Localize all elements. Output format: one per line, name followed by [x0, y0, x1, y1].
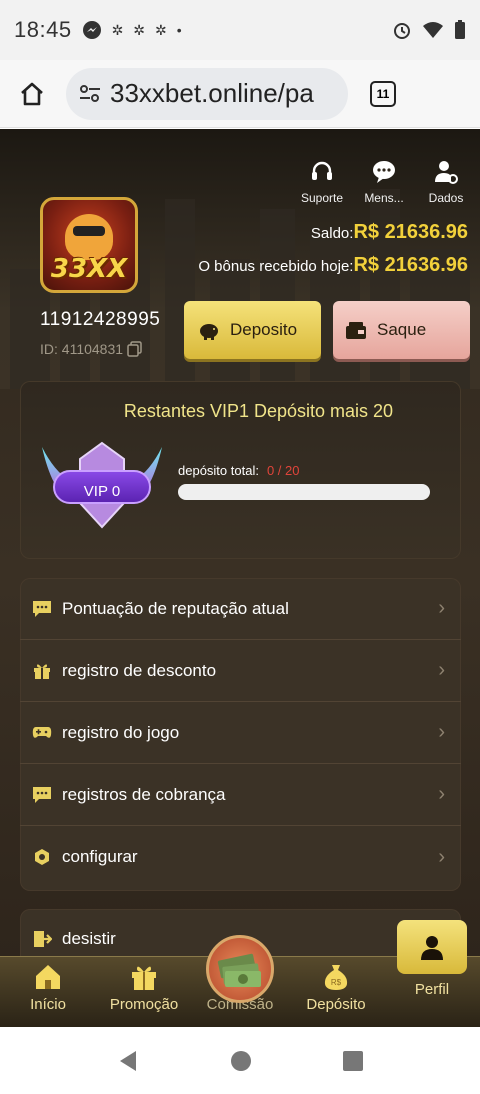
- alarm-icon: [394, 23, 410, 39]
- logout-label: desistir: [62, 929, 116, 948]
- chevron-right-icon: ›: [438, 597, 445, 619]
- chevron-right-icon: ›: [438, 721, 445, 743]
- messages-link[interactable]: Mens...: [362, 159, 406, 205]
- wifi-icon: [423, 22, 443, 38]
- data-label: Dados: [428, 191, 464, 205]
- battery-icon: [455, 20, 465, 39]
- chat-icon: [373, 161, 395, 183]
- user-id-row: ID: 41104831: [40, 341, 143, 357]
- vip-progress-bar: [178, 484, 430, 500]
- tab-switcher-button[interactable]: 11: [370, 80, 396, 107]
- site-settings-icon[interactable]: [78, 84, 102, 104]
- data-link[interactable]: Dados: [424, 159, 468, 205]
- gift-icon: [132, 966, 156, 990]
- message-icon: [33, 600, 51, 617]
- money-icon: [217, 953, 261, 987]
- user-phone: 11912428995: [40, 309, 161, 330]
- messenger-icon: [82, 21, 101, 39]
- user-icon: [421, 936, 443, 960]
- url-text: 33xxbet.online/pa: [110, 78, 314, 108]
- menu-item-label: registros de cobrança: [62, 784, 226, 804]
- support-link[interactable]: Suporte: [300, 159, 344, 205]
- browser-toolbar: 33xxbet.online/pa 11: [0, 60, 480, 822]
- nav-deposit-label: Depósito: [306, 996, 366, 1013]
- bottom-nav: Início Promoção Comissão R$ Depósito Per…: [0, 920, 480, 1027]
- app-content: Suporte Mens... Dados 33XX Saldo:R$ 2163…: [0, 129, 480, 1027]
- home-button[interactable]: [14, 76, 50, 112]
- menu-item-reputation[interactable]: Pontuação de reputação atual ›: [20, 578, 461, 640]
- deposit-total-row: depósito total: 0 / 20: [178, 463, 299, 478]
- app-notification-icon: ✲: [111, 21, 124, 38]
- gamepad-icon: [32, 726, 52, 738]
- vip-badge-label: VIP 0: [83, 483, 121, 500]
- deposit-button[interactable]: Deposito: [184, 301, 321, 359]
- svg-text:R$: R$: [331, 978, 342, 987]
- home-icon: [36, 965, 60, 989]
- deposit-total-label: depósito total:: [178, 463, 259, 478]
- avatar[interactable]: 33XX: [40, 197, 138, 293]
- menu-item-settings[interactable]: configurar ›: [20, 826, 461, 888]
- hexagon-icon: [35, 849, 49, 865]
- menu-item-discount[interactable]: registro de desconto ›: [20, 640, 461, 702]
- profile-button[interactable]: [397, 920, 467, 974]
- status-bar: 18:45 ✲ ✲ ✲ •: [0, 0, 480, 60]
- more-notifications-icon: •: [176, 22, 182, 38]
- url-field[interactable]: 33xxbet.online/pa: [66, 67, 348, 120]
- saldo-label: Saldo:: [310, 225, 354, 242]
- balance-panel: Saldo:R$ 21636.96 O bônus recebido hoje:…: [198, 221, 468, 287]
- deposit-total-value: 0 / 20: [266, 463, 300, 478]
- nav-deposit[interactable]: R$ Depósito: [288, 957, 384, 1027]
- chevron-right-icon: ›: [438, 783, 445, 805]
- menu-item-label: registro do jogo: [62, 722, 180, 742]
- home-icon: [21, 82, 43, 105]
- copy-icon[interactable]: [127, 341, 143, 357]
- nav-promotion-label: Promoção: [109, 996, 179, 1013]
- gift-icon: [34, 663, 50, 679]
- piggy-bank-icon: [200, 324, 218, 340]
- app-notification-icon: ✲: [155, 21, 167, 38]
- status-time: 18:45: [14, 17, 72, 42]
- bonus-value: R$ 21636.96: [353, 254, 468, 276]
- avatar-logo-text: 33XX: [50, 254, 128, 284]
- notification-icons: ✲ ✲ ✲ •: [82, 20, 182, 40]
- user-id: ID: 41104831: [40, 341, 124, 357]
- menu-item-label: registro de desconto: [62, 660, 217, 680]
- deposit-label: Deposito: [230, 320, 298, 339]
- nav-promotion[interactable]: Promoção: [96, 957, 192, 1027]
- profile-menu: Pontuação de reputação atual › registro …: [20, 578, 461, 891]
- menu-item-label: configurar: [62, 847, 138, 866]
- support-label: Suporte: [300, 191, 344, 205]
- back-icon[interactable]: [116, 1049, 140, 1073]
- messages-label: Mens...: [364, 191, 404, 205]
- vip-card: Restantes VIP1 Depósito mais 20 VIP 0 de…: [20, 381, 461, 559]
- nav-home-label: Início: [30, 996, 66, 1013]
- menu-item-billing[interactable]: registros de cobrança ›: [20, 764, 461, 826]
- bonus-label: O bônus recebido hoje:: [198, 258, 354, 275]
- commission-button[interactable]: [206, 935, 274, 1003]
- headset-icon: [312, 161, 332, 180]
- home-circle-icon[interactable]: [230, 1050, 252, 1072]
- app-notification-icon: ✲: [133, 21, 146, 38]
- chevron-right-icon: ›: [438, 845, 445, 868]
- withdraw-button[interactable]: Saque: [333, 301, 470, 359]
- recents-icon[interactable]: [342, 1050, 364, 1072]
- nav-home[interactable]: Início: [0, 957, 96, 1027]
- quick-links: Suporte Mens... Dados: [300, 159, 468, 205]
- menu-item-label: Pontuação de reputação atual: [62, 598, 289, 618]
- user-settings-icon: [435, 161, 458, 184]
- nav-profile-label: Perfil: [414, 981, 450, 998]
- wallet-icon: [346, 322, 366, 339]
- chevron-right-icon: ›: [438, 659, 445, 681]
- menu-item-game-history[interactable]: registro do jogo ›: [20, 702, 461, 764]
- money-bag-icon: R$: [324, 965, 348, 990]
- system-nav-bar: [0, 1027, 480, 1094]
- tab-count: 11: [376, 86, 390, 101]
- saldo-value: R$ 21636.96: [353, 221, 468, 243]
- withdraw-label: Saque: [377, 320, 427, 339]
- logout-icon: [34, 931, 52, 947]
- vip-title: Restantes VIP1 Depósito mais 20: [123, 401, 394, 421]
- message-icon: [33, 786, 51, 803]
